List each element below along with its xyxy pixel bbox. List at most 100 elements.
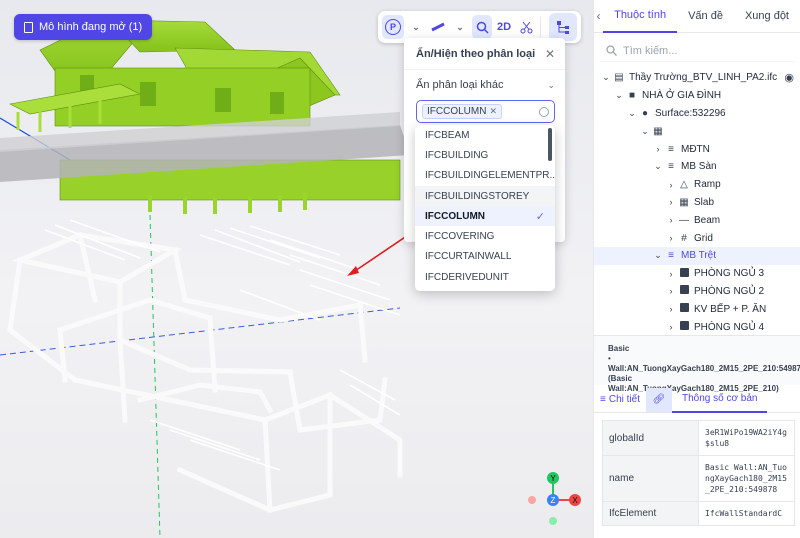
tab-basic-params[interactable]: Thông số cơ bản [671,387,768,413]
chevron-right-icon[interactable]: › [665,269,677,279]
option-label: IFCBUILDINGELEMENTPR... [425,170,555,182]
tree-item[interactable]: ⌄ ≡ MB Sàn [594,158,800,176]
tree-item[interactable]: › PHÒNG NGỦ 3 [594,265,800,283]
tree-item[interactable]: ⌄ ≡ MB Trệt [594,246,800,265]
3d-viewport[interactable]: Y X Z Mô hình đang mở (1) P ⌄ ⌄ 2D Ẩn/Hi… [0,0,593,538]
building-icon: ▤ [614,72,624,84]
close-icon[interactable]: ✕ [545,47,555,61]
tree-item[interactable]: › PHÒNG NGỦ 2 [594,283,800,301]
tab-detail[interactable]: ≡ Chi tiết [594,388,646,412]
tab-clashes[interactable]: Xung đột [734,0,800,33]
projection-p-icon: P [385,19,401,35]
detail-icon: ≡ [600,394,606,405]
view-2d-button[interactable]: 2D [494,15,514,39]
model-tree: ⌄ ▤ Thầy Trường_BTV_LINH_PA2.ifc ◉ ⌄ ■ NHÀ Ở G… [594,69,800,336]
option-item[interactable]: IFCDERIVEDUNIT [415,267,555,287]
chevron-right-icon[interactable]: › [665,197,677,207]
category-select[interactable]: IFCCOLUMN ✕ [416,100,555,123]
popover-title: Ẩn/Hiện theo phân loại [416,47,536,60]
property-key: IfcElement [602,501,699,526]
cut-button[interactable] [516,15,536,39]
search-tool-button[interactable] [472,15,492,39]
chevron-down-icon[interactable]: ⌄ [652,161,664,172]
projection-button[interactable]: P [382,15,404,39]
search-input[interactable] [623,44,783,57]
tab-issues[interactable]: Vấn đề [677,0,734,33]
projection-dropdown-chevron-icon[interactable]: ⌄ [406,15,426,39]
chevron-down-icon[interactable]: ⌄ [626,108,638,119]
property-key: globalId [602,420,699,456]
search-icon [606,45,617,56]
chevron-down-icon: ⌄ [547,79,555,90]
measure-dropdown-chevron-icon[interactable]: ⌄ [450,15,470,39]
property-subtabs: ≡ Chi tiết 🔗︎ Thông số cơ bản [594,387,800,413]
chevron-right-icon[interactable]: › [665,215,677,225]
tree-item-label: Surface:532296 [655,107,726,119]
chevron-right-icon[interactable]: › [665,322,677,332]
option-item[interactable]: IFCBEAM [415,125,555,145]
tree-item[interactable]: › ▦ Slab [594,194,800,212]
element-name: • Wall:AN_TuongXayGach180_2M15_2PE_210:5… [608,354,800,373]
hide-other-categories-section[interactable]: Ẩn phân loại khác ⌄ [404,70,565,100]
chevron-right-icon[interactable]: › [665,286,677,296]
tree-item[interactable]: › # Grid [594,229,800,247]
tab-link[interactable]: 🔗︎ [645,387,672,412]
measure-button[interactable] [428,15,448,39]
tab-scroll-left-icon[interactable]: ‹ [594,9,603,23]
option-item-selected[interactable]: IFCCOLUMN ✓ [415,206,555,227]
option-label: IFCBUILDING [425,149,489,161]
clear-selection-icon[interactable] [539,106,549,117]
chevron-right-icon[interactable]: › [665,233,677,243]
property-value: IfcWallStandardC [698,501,795,526]
scrollbar-thumb[interactable] [548,128,552,161]
chevron-down-icon[interactable]: ⌄ [600,72,612,83]
remove-tag-icon[interactable]: ✕ [489,106,497,117]
option-item[interactable]: IFCCURTAINWALL [415,247,555,267]
tree-search [600,40,794,62]
tree-item[interactable]: ⌄ ▤ Thầy Trường_BTV_LINH_PA2.ifc ◉ [594,69,800,87]
option-label: IFCBEAM [425,129,470,141]
column-lines [44,219,401,471]
tree-item-label: Slab [694,196,715,208]
popover-header: Ẩn/Hiện theo phân loại ✕ [404,38,565,70]
tree-view-button[interactable] [549,13,578,41]
tree-item[interactable]: › — Beam [594,211,800,229]
chevron-down-icon[interactable]: ⌄ [639,126,651,137]
category-options-list[interactable]: IFCBEAM IFCBUILDING IFCBUILDINGELEMENTPR… [415,125,555,291]
tree-item[interactable]: › PHÒNG NGỦ 4 [594,318,800,336]
chevron-right-icon[interactable]: › [665,180,677,190]
tree-item-label: KV BẾP + P. ĂN [694,303,767,315]
tree-item[interactable]: › △ Ramp [594,176,800,194]
app-root: Y X Z Mô hình đang mở (1) P ⌄ ⌄ 2D Ẩn/Hi… [0,0,800,538]
option-label: IFCDERIVEDUNIT [425,271,509,283]
chevron-down-icon[interactable]: ⌄ [652,250,664,261]
ruler-icon [431,22,445,32]
option-item-hovered[interactable]: IFCBUILDINGSTOREY [415,185,555,207]
table-row: name Basic Wall:AN_TuongXayGach180_2M15_… [602,455,795,502]
selected-category-tag: IFCCOLUMN ✕ [422,104,502,119]
open-models-badge[interactable]: Mô hình đang mở (1) [14,14,153,40]
tree-item-label: Grid [694,232,713,244]
option-item[interactable]: IFCBUILDING [415,145,555,165]
option-item[interactable]: IFCBUILDINGELEMENTPR... [415,166,555,186]
option-item[interactable]: IFCCOVERING [415,226,555,246]
tree-item[interactable]: › KV BẾP + P. ĂN [594,300,800,318]
svg-text:Z: Z [551,496,556,505]
chevron-right-icon[interactable]: › [652,144,664,154]
tree-item-label: PHÒNG NGỦ 3 [694,268,765,280]
eye-icon[interactable]: ◉ [784,71,794,84]
chevron-right-icon[interactable]: › [665,304,677,314]
tree-item[interactable]: ⌄ ■ NHÀ Ở GIA ĐÌNH [594,87,800,105]
tree-item[interactable]: ⌄ ▦ [594,122,800,140]
list-icon: ≡ [668,143,674,155]
chevron-down-icon[interactable]: ⌄ [613,90,625,101]
tab-properties[interactable]: Thuộc tính [603,0,678,33]
list-icon: ≡ [668,250,674,262]
tree-item[interactable]: ⌄ ● Surface:532296 [594,105,800,123]
option-label: IFCCURTAINWALL [425,251,512,263]
tree-item[interactable]: › ≡ MĐTN [594,140,800,158]
room-icon [677,285,691,297]
svg-text:X: X [572,496,578,505]
house-model [0,14,410,214]
properties-panel: ‹ Thuộc tính Vấn đề Xung đột ⌄▤Thầy Trườ… [593,0,800,538]
